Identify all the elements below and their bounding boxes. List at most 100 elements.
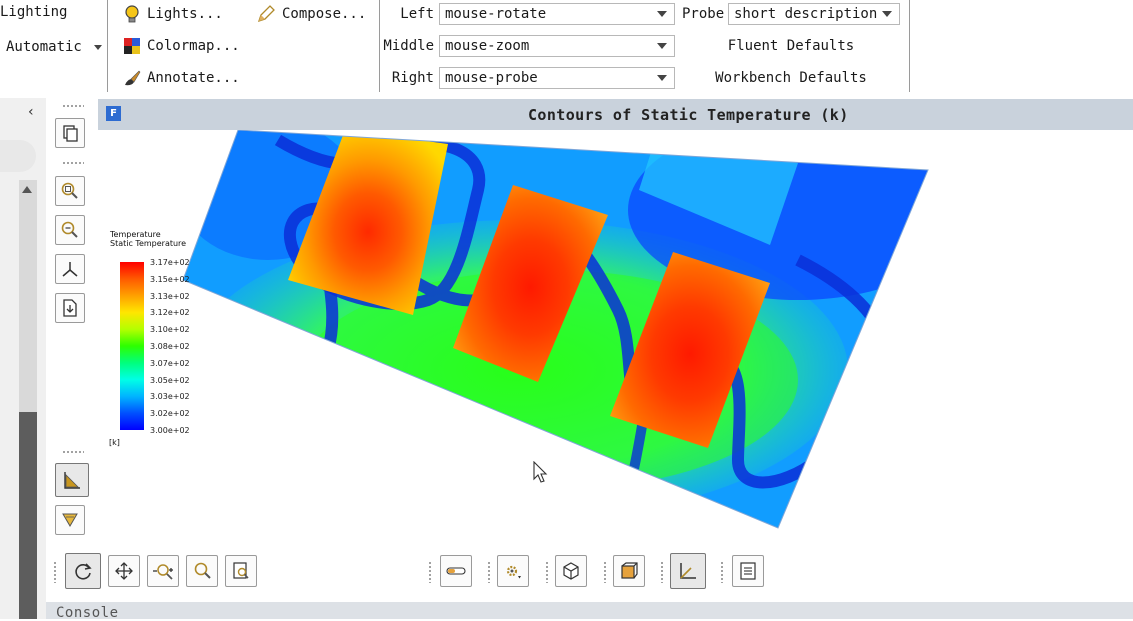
toolbar-grip[interactable] [62,161,84,165]
legend-tick-label: 3.02e+02 [150,409,190,419]
contour-plot[interactable] [98,130,1133,540]
annotate-label: Annotate... [147,70,240,86]
chevron-down-icon [657,75,667,81]
toolbar-grip[interactable] [603,561,607,583]
zoom-box-icon [61,182,78,199]
legend-title-line2: Static Temperature [110,239,187,248]
mouse-left-value: mouse-rotate [445,6,547,22]
colormap-label: Colormap... [147,38,240,54]
toolbar-grip[interactable] [428,561,432,583]
chevron-down-icon [94,44,103,50]
colormap-icon [124,38,140,54]
compose-button[interactable]: Compose... [256,4,366,24]
mouse-middle-label: Middle [383,38,434,54]
zoom-in-out-button[interactable] [147,555,179,587]
legend-colorbar [120,262,144,430]
mouse-right-label: Right [391,70,434,86]
mouse-cursor-icon [533,461,548,483]
ribbon-separator [379,0,380,92]
legend-tick-label: 3.08e+02 [150,342,190,351]
panel-scrollbar-thumb[interactable] [19,412,37,619]
console-tab[interactable]: Console [46,602,1133,621]
zoom-region-button[interactable] [225,555,257,587]
view-orientation-button[interactable] [613,555,645,587]
axes-view-button[interactable] [55,254,85,284]
rotate-view-button[interactable] [65,553,101,589]
toolbar-grip[interactable] [62,450,84,454]
legend-title-line1: Temperature [110,230,161,239]
toolbar-grip[interactable] [487,561,491,583]
lightbulb-icon [125,5,139,23]
ribbon-separator [107,0,108,92]
ribbon: Lighting Automatic Lights... Compose... … [0,0,1133,98]
legend-title: Temperature Static Temperature [110,230,186,248]
compose-pencil-icon [257,5,275,23]
probe-value: short description [734,6,878,22]
ribbon-separator [909,0,910,92]
axes-toggle-button[interactable] [670,553,706,589]
legend-tick-label: 3.13e+02 [150,291,190,301]
lighting-mode-dropdown[interactable]: Automatic [6,39,103,55]
graphics-window-header: F Contours of Static Temperature (k) [98,99,1133,130]
toolbar-grip[interactable] [53,561,57,583]
lights-button[interactable]: Lights... [123,4,223,24]
select-mode-icon [64,472,80,489]
filter-mode-button[interactable] [55,505,85,535]
ruler-icon [446,567,466,575]
legend-tick-label: 3.07e+02 [150,358,190,368]
copy-view-button[interactable] [55,118,85,148]
compose-label: Compose... [282,6,367,22]
fluent-defaults-button[interactable]: Fluent Defaults [691,38,891,54]
gear-icon [506,565,521,579]
graphics-properties-button[interactable] [732,555,764,587]
toolbar-grip[interactable] [720,561,724,583]
probe-settings-button[interactable] [497,555,529,587]
isometric-view-button[interactable] [555,555,587,587]
temperature-contour-field [183,130,928,528]
mouse-right-value: mouse-probe [445,70,538,86]
panel-field[interactable] [0,140,36,172]
mouse-middle-select[interactable]: mouse-zoom [439,35,675,57]
cube-icon [563,562,579,580]
colormap-button[interactable]: Colormap... [123,37,240,55]
legend-tick-label: 3.10e+02 [150,325,190,335]
axes-triad-icon [680,563,696,579]
annotate-brush-icon [125,70,141,86]
zoom-box-button[interactable] [55,176,85,206]
legend-tick-label: 3.17e+02 [150,258,190,267]
select-mode-button[interactable] [55,463,89,497]
zoom-to-fit-button[interactable] [186,555,218,587]
save-picture-button[interactable] [55,293,85,323]
mouse-left-select[interactable]: mouse-rotate [439,3,675,25]
fluent-window-icon: F [106,106,121,121]
legend-tick-label: 3.05e+02 [150,375,190,385]
collapse-panel-chevron-icon[interactable]: ‹ [28,104,34,120]
ruler-button[interactable] [440,555,472,587]
zoom-out-button[interactable] [55,215,85,245]
probe-select[interactable]: short description [728,3,900,25]
probe-label: Probe [682,6,725,22]
scroll-up-arrow-icon[interactable] [22,186,32,193]
chevron-down-icon [657,11,667,17]
toolbar-grip[interactable] [545,561,549,583]
save-picture-icon [63,299,77,317]
legend-tick-label: 3.00e+02 [150,426,190,435]
mouse-right-select[interactable]: mouse-probe [439,67,675,89]
chevron-down-icon [657,43,667,49]
pan-view-button[interactable] [108,555,140,587]
magnifier-icon [194,562,211,579]
mouse-left-label: Left [400,6,434,22]
legend-tick-label: 3.12e+02 [150,308,190,318]
lighting-label: Lighting [0,4,68,20]
toolbar-grip[interactable] [62,104,84,108]
legend-tick-label: 3.03e+02 [150,392,190,402]
axes-icon [62,262,78,277]
rotate-icon [75,563,92,580]
mouse-middle-value: mouse-zoom [445,38,530,54]
document-lines-icon [740,562,756,580]
lighting-mode-value: Automatic [6,39,82,55]
legend-unit: [k] [109,438,120,447]
toolbar-grip[interactable] [660,561,664,583]
annotate-button[interactable]: Annotate... [123,69,240,87]
workbench-defaults-button[interactable]: Workbench Defaults [691,70,891,86]
